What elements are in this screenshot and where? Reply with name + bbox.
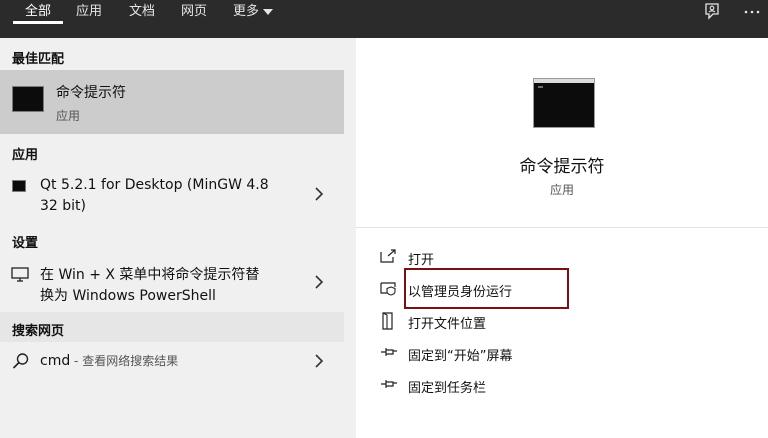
chevron-right-icon[interactable] — [314, 274, 324, 290]
tab-web[interactable]: 网页 — [181, 0, 207, 38]
section-header-apps: 应用 — [0, 136, 344, 166]
cmd-icon — [12, 86, 44, 112]
highlight-box — [404, 268, 569, 309]
result-title-line1: Qt 5.2.1 for Desktop (MinGW 4.8 — [40, 177, 269, 193]
section-title: 最佳匹配 — [12, 52, 65, 67]
shield-run-icon — [380, 282, 396, 296]
web-query: cmd - 查看网络搜索结果 — [40, 352, 178, 369]
tab-label: 应用 — [76, 4, 103, 19]
app-result-qt[interactable]: Qt 5.2.1 for Desktop (MinGW 4.8 32 bit) — [0, 168, 344, 218]
settings-result-powershell[interactable]: 在 Win + X 菜单中将命令提示符替 换为 Windows PowerShe… — [0, 256, 344, 308]
monitor-icon — [11, 267, 29, 282]
more-options-icon[interactable] — [740, 0, 764, 24]
result-title-line2: 换为 Windows PowerShell — [40, 288, 216, 304]
tab-label: 文档 — [129, 4, 156, 19]
search-results-panel: 最佳匹配 命令提示符 应用 应用 Qt 5.2.1 for Desktop (M… — [0, 38, 344, 438]
tab-all[interactable]: 全部 — [12, 0, 64, 38]
action-pin-to-start[interactable]: 固定到“开始”屏幕 — [356, 339, 768, 367]
query-suffix: - 查看网络搜索结果 — [70, 354, 179, 368]
action-label: 固定到“开始”屏幕 — [408, 349, 513, 364]
detail-subtitle: 应用 — [549, 183, 574, 197]
chevron-right-icon[interactable] — [314, 186, 324, 202]
chevron-down-icon — [263, 8, 274, 15]
tab-apps[interactable]: 应用 — [76, 0, 102, 38]
web-result-cmd[interactable]: cmd - 查看网络搜索结果 — [0, 344, 344, 378]
pin-icon — [381, 348, 397, 356]
section-title: 设置 — [12, 236, 39, 251]
search-icon — [12, 353, 29, 369]
action-label: 打开 — [408, 253, 435, 268]
section-header-web: 搜索网页 — [0, 312, 344, 342]
search-scope-bar: 全部 应用 文档 网页 更多 — [0, 0, 768, 38]
action-pin-to-taskbar[interactable]: 固定到任务栏 — [356, 371, 768, 399]
best-match-result[interactable]: 命令提示符 应用 — [0, 70, 344, 134]
cmd-icon — [12, 180, 26, 192]
file-location-icon — [382, 312, 393, 330]
result-title-line1: 在 Win + X 菜单中将命令提示符替 — [40, 267, 260, 283]
section-title: 应用 — [12, 148, 39, 163]
action-open[interactable]: 打开 — [356, 243, 768, 271]
open-icon — [380, 249, 396, 263]
detail-title: 命令提示符 — [519, 157, 605, 177]
tab-label: 全部 — [25, 4, 52, 19]
action-open-file-location[interactable]: 打开文件位置 — [356, 307, 768, 335]
pin-icon — [381, 380, 397, 388]
detail-divider — [356, 227, 768, 228]
query-text: cmd — [40, 353, 71, 369]
action-label: 固定到任务栏 — [408, 381, 487, 396]
detail-panel: 命令提示符 应用 打开 以管理员身份运行 打开文件位置 固定到“开始”屏幕 固定… — [356, 38, 768, 438]
chevron-right-icon[interactable] — [314, 353, 324, 369]
result-title: 命令提示符 — [56, 85, 126, 101]
tab-more[interactable]: 更多 — [233, 0, 274, 38]
cmd-icon — [533, 78, 595, 128]
tab-label: 更多 — [233, 4, 260, 19]
section-title: 搜索网页 — [12, 324, 65, 339]
tab-label: 网页 — [181, 4, 208, 19]
section-header-settings: 设置 — [0, 224, 344, 254]
tab-documents[interactable]: 文档 — [129, 0, 155, 38]
section-header-best-match: 最佳匹配 — [0, 40, 344, 70]
result-title-line2: 32 bit) — [40, 198, 86, 214]
result-subtitle: 应用 — [56, 109, 81, 123]
action-label: 打开文件位置 — [408, 317, 487, 332]
feedback-icon[interactable] — [700, 0, 724, 24]
